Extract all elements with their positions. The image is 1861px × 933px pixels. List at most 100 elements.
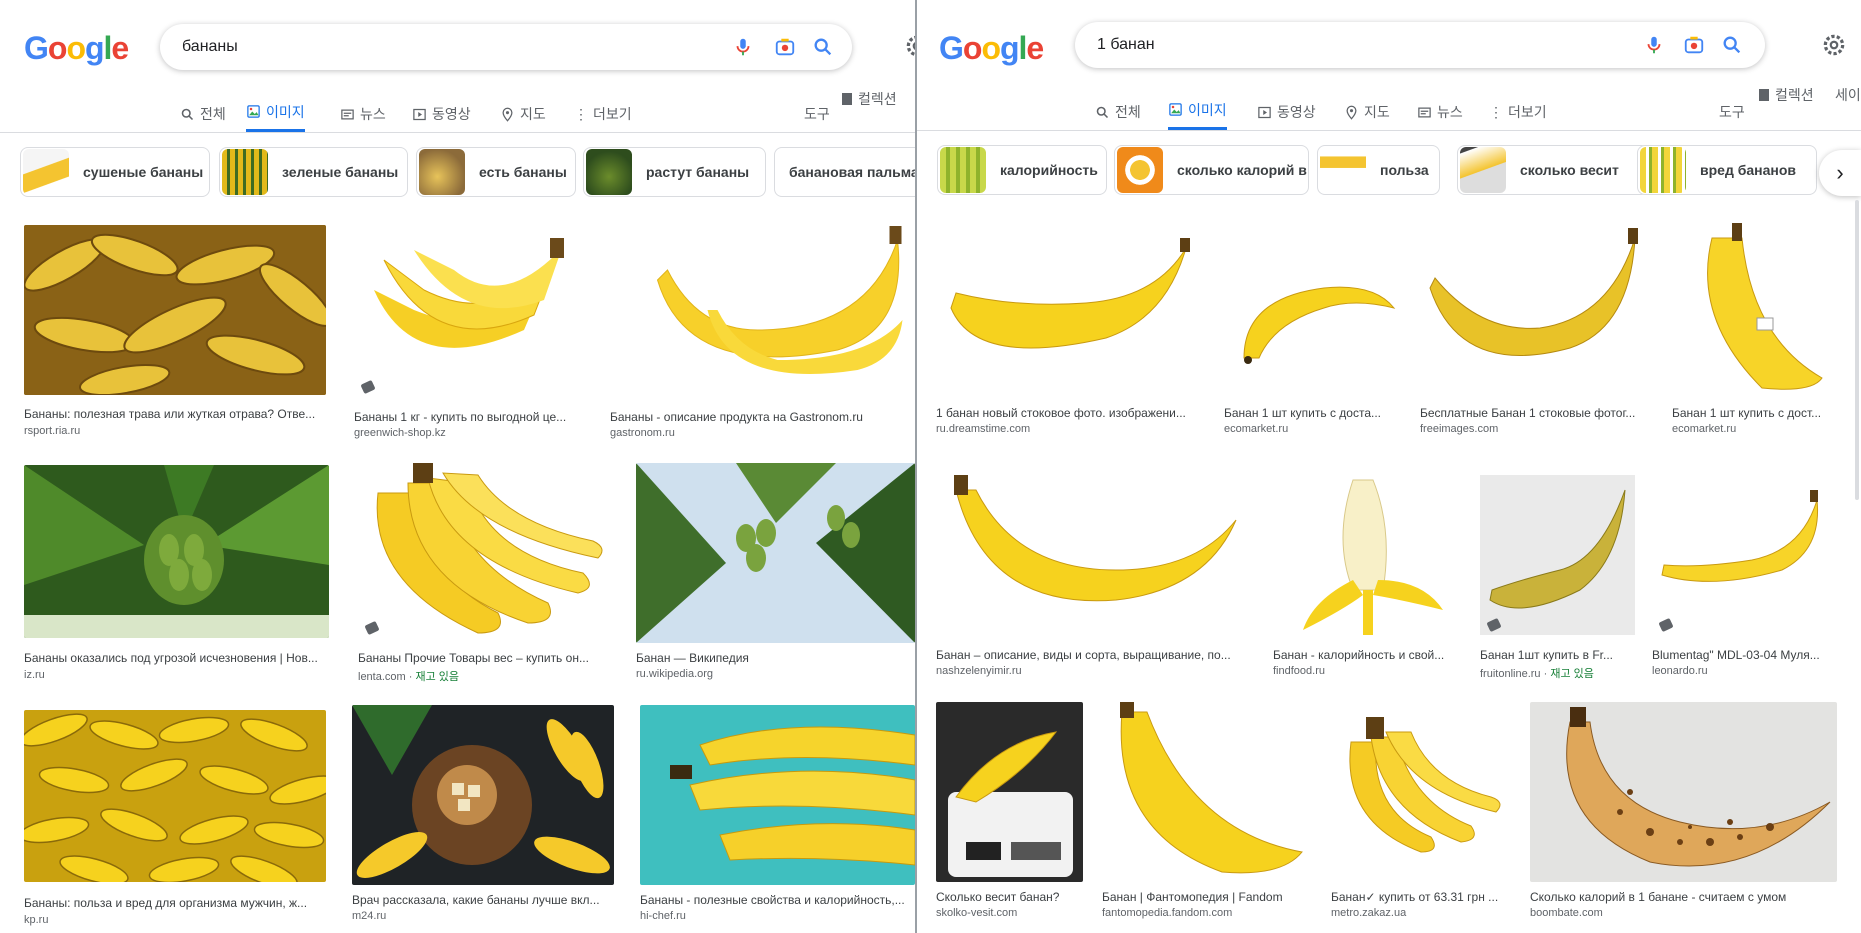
result-caption[interactable]: Банан 1шт купить в Fr...	[1480, 648, 1635, 662]
search-box[interactable]: 1 банан	[1075, 22, 1765, 68]
chip-calories[interactable]: калорийность	[937, 145, 1107, 195]
result-caption[interactable]: Бананы - полезные свойства и калорийност…	[640, 893, 915, 907]
search-icon[interactable]	[1721, 34, 1743, 56]
tab-videos[interactable]: 동영상	[1257, 94, 1316, 130]
collections-button[interactable]: 컬렉션	[1759, 82, 1814, 108]
tab-news[interactable]: 뉴스	[1417, 94, 1463, 130]
tab-maps[interactable]: 지도	[500, 96, 546, 132]
tab-more[interactable]: ⋮ 더보기	[574, 96, 632, 132]
image-result[interactable]: Банан 1шт купить в Fr... fruitonline.ru …	[1480, 460, 1635, 682]
result-caption[interactable]: Сколько весит банан?	[936, 890, 1083, 904]
result-caption[interactable]: Бесплатные Банан 1 стоковые фотог...	[1420, 406, 1650, 420]
result-source: hi-chef.ru	[640, 910, 686, 922]
settings-gear-icon[interactable]	[904, 33, 915, 59]
search-box[interactable]: бананы	[160, 24, 852, 70]
chip-harm-bananas[interactable]: вред бананов	[1637, 145, 1817, 195]
settings-gear-icon[interactable]	[1821, 32, 1847, 58]
tab-images[interactable]: 이미지	[1168, 94, 1227, 130]
chip-growing-bananas[interactable]: растут бананы	[583, 147, 766, 197]
single-banana-image	[1120, 702, 1303, 874]
camera-search-icon[interactable]	[1683, 34, 1705, 56]
result-caption[interactable]: Банан 1 шт купить с дост...	[1672, 406, 1837, 420]
tab-more[interactable]: ⋮ 더보기	[1489, 94, 1547, 130]
banana-bunch-image	[1349, 717, 1501, 853]
result-caption[interactable]: Банан — Википедия	[636, 651, 915, 665]
result-source: boombate.com	[1530, 907, 1603, 919]
chips-next-button[interactable]: ›	[1819, 150, 1861, 196]
search-icon	[181, 108, 194, 120]
chip-how-many-calories[interactable]: сколько калорий в	[1114, 145, 1309, 195]
search-icon[interactable]	[812, 36, 834, 58]
result-caption[interactable]: Бананы: польза и вред для организма мужч…	[24, 896, 326, 910]
image-result[interactable]: Blumentag" MDL-03-04 Муля... leonardo.ru	[1652, 460, 1837, 682]
news-icon	[341, 109, 354, 119]
image-result[interactable]: Банан — Википедия ru.wikipedia.org	[636, 463, 915, 683]
image-result[interactable]: Банан - калорийность и свой... findfood.…	[1273, 460, 1463, 682]
result-caption[interactable]: Blumentag" MDL-03-04 Муля...	[1652, 648, 1837, 662]
image-result[interactable]: Сколько калорий в 1 банане - считаем с у…	[1530, 702, 1837, 924]
image-result[interactable]: Бананы - полезные свойства и калорийност…	[640, 705, 915, 925]
result-caption[interactable]: Банан 1 шт купить с доста...	[1224, 406, 1406, 420]
camera-search-icon[interactable]	[774, 36, 796, 58]
chip-green-bananas[interactable]: зеленые бананы	[219, 147, 408, 197]
result-caption[interactable]: Врач рассказала, какие бананы лучше вкл.…	[352, 893, 614, 907]
image-result[interactable]: Бананы оказались под угрозой исчезновени…	[24, 465, 329, 683]
microphone-icon[interactable]	[1643, 34, 1665, 56]
image-result[interactable]: Банан✓ купить от 63.31 грн ... metro.zak…	[1331, 702, 1513, 924]
ripe-banana-image	[1530, 702, 1837, 882]
image-result[interactable]: Бананы Прочие Товары вес – купить он... …	[358, 463, 611, 683]
tab-maps[interactable]: 지도	[1344, 94, 1390, 130]
chip-how-much-weighs[interactable]: сколько весит	[1457, 145, 1649, 195]
tools-button[interactable]: 도구	[1719, 94, 1745, 130]
result-caption[interactable]: Банан | Фантомопедия | Fandom	[1102, 890, 1312, 904]
image-result[interactable]: Бесплатные Банан 1 стоковые фотог... fre…	[1420, 218, 1650, 440]
banana-bunch-image	[640, 705, 915, 885]
tab-label: 뉴스	[360, 106, 386, 122]
image-result[interactable]: Бананы - описание продукта на Gastronom.…	[610, 220, 915, 440]
image-result[interactable]: Бананы: полезная трава или жуткая отрава…	[24, 225, 326, 440]
search-query[interactable]: 1 банан	[1097, 36, 1155, 54]
image-result[interactable]: 1 банан новый стоковое фото. изображени.…	[936, 218, 1204, 440]
tab-news[interactable]: 뉴스	[340, 96, 386, 132]
microphone-icon[interactable]	[732, 36, 754, 58]
tab-videos[interactable]: 동영상	[412, 96, 471, 132]
search-tabs: 전체 이미지 뉴스 동영상 지도 ⋮ 더보기	[0, 96, 915, 132]
chip-banana-palm[interactable]: банановая пальма	[774, 147, 915, 197]
related-chips: сушеные бананы зеленые бананы есть банан…	[0, 147, 915, 197]
image-result[interactable]: Банан 1 шт купить с доста... ecomarket.r…	[1224, 218, 1406, 440]
result-caption[interactable]: Банан✓ купить от 63.31 грн ...	[1331, 890, 1513, 904]
safesearch-button[interactable]: 세이	[1835, 82, 1861, 108]
result-thumbnail	[24, 710, 326, 882]
google-logo[interactable]: Google	[939, 30, 1044, 67]
logo-letter: G	[939, 30, 964, 66]
tools-button[interactable]: 도구	[804, 96, 830, 132]
result-caption[interactable]: 1 банан новый стоковое фото. изображени.…	[936, 406, 1204, 420]
search-query[interactable]: бананы	[182, 38, 238, 56]
scrollbar[interactable]	[1855, 200, 1859, 500]
result-caption[interactable]: Бананы Прочие Товары вес – купить он...	[358, 651, 611, 665]
logo-letter: g	[999, 30, 1020, 66]
result-caption[interactable]: Бананы - описание продукта на Gastronom.…	[610, 410, 915, 424]
peeled-banana-image	[1303, 479, 1443, 635]
chip-eat-bananas[interactable]: есть бананы	[416, 147, 576, 197]
result-caption[interactable]: Банан - калорийность и свой...	[1273, 648, 1463, 662]
image-result[interactable]: Банан | Фантомопедия | Fandom fantomoped…	[1102, 702, 1312, 924]
result-caption[interactable]: Бананы: полезная трава или жуткая отрава…	[24, 407, 326, 421]
image-result[interactable]: Бананы: польза и вред для организма мужч…	[24, 710, 326, 926]
tab-images[interactable]: 이미지	[246, 96, 305, 132]
tab-all[interactable]: 전체	[1095, 94, 1141, 130]
google-logo[interactable]: Google	[24, 30, 129, 67]
tab-all[interactable]: 전체	[180, 96, 226, 132]
image-result[interactable]: Бананы 1 кг - купить по выгодной це... g…	[354, 220, 586, 440]
chip-benefits[interactable]: польза	[1317, 145, 1440, 195]
result-caption[interactable]: Бананы 1 кг - купить по выгодной це...	[354, 410, 586, 424]
image-result[interactable]: Сколько весит банан? skolko-vesit.com	[936, 702, 1083, 924]
result-caption[interactable]: Бананы оказались под угрозой исчезновени…	[24, 651, 329, 665]
image-result[interactable]: Банан 1 шт купить с дост... ecomarket.ru	[1672, 218, 1837, 440]
result-caption[interactable]: Сколько калорий в 1 банане - считаем с у…	[1530, 890, 1837, 904]
result-caption[interactable]: Банан – описание, виды и сорта, выращива…	[936, 648, 1254, 662]
image-result[interactable]: Врач рассказала, какие бананы лучше вкл.…	[352, 705, 614, 925]
collections-button[interactable]: 컬렉션	[842, 86, 897, 112]
image-result[interactable]: Банан – описание, виды и сорта, выращива…	[936, 460, 1254, 682]
chip-dried-bananas[interactable]: сушеные бананы	[20, 147, 210, 197]
